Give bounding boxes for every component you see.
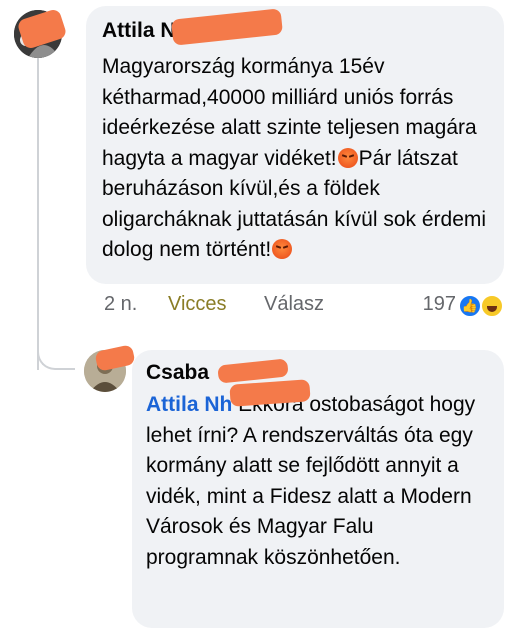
redaction-mark [94,344,136,372]
reaction-count[interactable]: 197 [423,293,456,316]
mention-link[interactable]: Attila Nh [146,393,232,416]
reply-text-body: Ekkora ostobaságot hogy lehet írni? A re… [146,393,476,569]
thread-line [37,58,39,370]
redaction-mark [170,8,284,46]
comment-timestamp[interactable]: 2 n. [104,293,137,316]
reply-bubble: Csaba Attila Nh Ekkora ostobaságot hogy … [132,350,504,628]
thread-connector [37,330,75,370]
comment-bubble: Attila N Magyarország kormánya 15év kéth… [86,6,504,284]
comment-text: Magyarország kormánya 15év kétharmad,400… [102,52,490,266]
reply-text: Attila Nh Ekkora ostobaságot hogy lehet … [146,390,490,573]
author-name[interactable]: Attila N [102,19,176,42]
author-name[interactable]: Csaba [146,361,209,384]
comment-actions: 2 n. Vicces Válasz 197 👍 [104,293,504,323]
react-button[interactable]: Vicces [168,293,227,316]
mention-name[interactable]: Attila N [146,393,220,416]
redaction-mark [217,358,289,384]
reply-button[interactable]: Válasz [264,293,324,316]
comment-author[interactable]: Attila N [102,8,490,46]
reply-author[interactable]: Csaba [146,358,490,386]
angry-face-icon [272,239,293,259]
comment-thread: Attila N Magyarország kormánya 15év kéth… [0,0,521,640]
angry-face-icon [337,147,358,168]
like-icon[interactable]: 👍 [458,294,482,318]
haha-icon[interactable] [480,294,504,318]
